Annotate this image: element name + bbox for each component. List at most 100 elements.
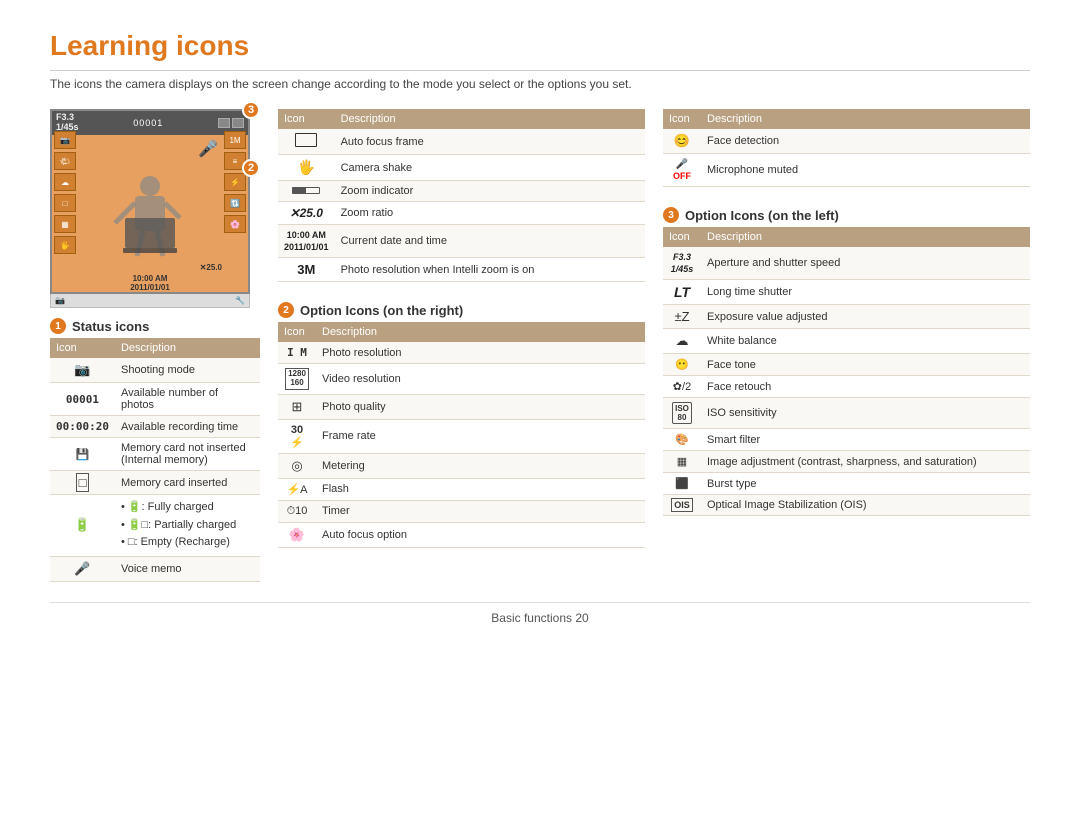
- middle-col: Icon Description Auto focus frame 🖐 Came…: [278, 109, 645, 590]
- cam-right-5: 🌸: [224, 215, 246, 233]
- shoot-icon: 📷: [74, 362, 90, 377]
- desc-quality: Photo quality: [316, 394, 645, 419]
- voice-icon: 🎤: [74, 561, 90, 576]
- cam-right-1: 1M: [224, 131, 246, 149]
- desc-videores: Video resolution: [316, 364, 645, 395]
- icon-cell-x25: ✕25.0: [278, 202, 335, 225]
- cam-left-1: 📷: [54, 131, 76, 149]
- mem-card-icon: □: [76, 473, 90, 492]
- adj-icon: ▦: [677, 456, 687, 468]
- preview-wrapper: 1 2 F3.31/45s 00001 📷: [50, 109, 250, 308]
- desc-flash: Flash: [316, 478, 645, 500]
- camera-preview: 1 2 F3.31/45s 00001 📷: [50, 109, 260, 590]
- af-rect-icon: [295, 133, 317, 147]
- badge-2: 2: [242, 159, 260, 177]
- page-subtitle: The icons the camera displays on the scr…: [50, 77, 1030, 91]
- desc-mem-card: Memory card inserted: [115, 471, 260, 495]
- desc-lt: Long time shutter: [701, 280, 1030, 305]
- option-left-badge: 3: [663, 207, 679, 223]
- option-right-badge: 2: [278, 302, 294, 318]
- icon-cell-adj: ▦: [663, 451, 701, 473]
- table-row: ☁ White balance: [663, 329, 1030, 354]
- cam-bottom-left: 📷: [55, 296, 65, 305]
- cam-time-val: 10:00 AM2011/01/01: [78, 274, 222, 292]
- desc-aperture: Aperture and shutter speed: [701, 247, 1030, 280]
- desc-timer: Timer: [316, 500, 645, 522]
- desc-datetime: Current date and time: [335, 225, 645, 258]
- table-row: 📷 Shooting mode: [50, 358, 260, 383]
- desc-photores: Photo resolution: [316, 342, 645, 364]
- ev-icon: ±Z: [674, 309, 689, 324]
- table-row: 😊 Face detection: [663, 129, 1030, 154]
- icon-cell-voice: 🎤: [50, 556, 115, 581]
- icon-cell-rectime: 00:00:20: [50, 416, 115, 438]
- icon-cell-mem-card: □: [50, 471, 115, 495]
- icon-cell-3m: 3M: [278, 258, 335, 282]
- battery-empty: •□: Empty (Recharge): [121, 534, 254, 552]
- ol-th-desc: Description: [701, 227, 1030, 247]
- option-left-title: 3 Option Icons (on the left): [663, 207, 1030, 223]
- icon-cell-battery: 🔋: [50, 495, 115, 557]
- desc-fps: Frame rate: [316, 419, 645, 453]
- desc-iso: ISO sensitivity: [701, 398, 1030, 429]
- footer-text: Basic functions 20: [491, 611, 588, 625]
- cam-num: 00001: [133, 118, 163, 128]
- desc-rectime: Available recording time: [115, 416, 260, 438]
- burst-icon: ⬛: [675, 478, 689, 490]
- cam-top-icon2: [232, 118, 244, 128]
- table-row: ⊞ Photo quality: [278, 394, 645, 419]
- icon-cell-shake: 🖐: [278, 155, 335, 181]
- rec-time-icon: 00:00:20: [56, 420, 109, 433]
- desc-af-frame: Auto focus frame: [335, 129, 645, 155]
- icon-cell-af-opt: 🌸: [278, 522, 316, 547]
- table-row: ⏱10 Timer: [278, 500, 645, 522]
- cam-right-icons: 1M ≡ ⚡ 🔃 🌸: [222, 129, 248, 235]
- table-row: 30⚡ Frame rate: [278, 419, 645, 453]
- option-right-label: Option Icons (on the right): [300, 303, 463, 318]
- cam-right-3: ⚡: [224, 173, 246, 191]
- table-row: 1280160 Video resolution: [278, 364, 645, 395]
- icon-cell-zoom-bar: [278, 181, 335, 202]
- icon-cell-ev: ±Z: [663, 305, 701, 329]
- table-row: LT Long time shutter: [663, 280, 1030, 305]
- status-icons-label: Status icons: [72, 319, 149, 334]
- icon-cell-timer: ⏱10: [278, 500, 316, 522]
- table-row: 🖐 Camera shake: [278, 155, 645, 181]
- timer-icon: ⏱10: [287, 505, 308, 517]
- icon-cell-mem-int: 💾: [50, 438, 115, 471]
- table-row: 3M Photo resolution when Intelli zoom is…: [278, 258, 645, 282]
- mem-int-icon: 💾: [76, 449, 90, 461]
- main-content: 1 2 F3.31/45s 00001 📷: [50, 109, 1030, 590]
- cam-mic-icon: 🎤: [198, 139, 218, 159]
- icon-cell-quality: ⊞: [278, 394, 316, 419]
- table-row: 🔋 •🔋: Fully charged •🔋□: Partially charg…: [50, 495, 260, 557]
- table-row: ISO80 ISO sensitivity: [663, 398, 1030, 429]
- icon-cell-aperture: F3.31/45s: [663, 247, 701, 280]
- face-tone-icon: 😶: [675, 359, 689, 371]
- desc-shake: Camera shake: [335, 155, 645, 181]
- zoom-bar-icon: [292, 187, 320, 194]
- icon-cell-meter: ◎: [278, 453, 316, 478]
- cam-left-5: ▦: [54, 215, 76, 233]
- fd-th-icon: Icon: [663, 109, 701, 129]
- footer: Basic functions 20: [50, 602, 1030, 625]
- af-option-icon: 🌸: [289, 527, 305, 542]
- face-det-section: Icon Description 😊 Face detection: [663, 109, 1030, 187]
- desc-zoom-ind: Zoom indicator: [335, 181, 645, 202]
- desc-face-det: Face detection: [701, 129, 1030, 154]
- cam-bottom-right: 🔧: [235, 296, 245, 305]
- metering-icon: ◎: [291, 458, 302, 473]
- top-th-desc: Description: [335, 109, 645, 129]
- cam-top-icons: [218, 118, 244, 128]
- 3m-icon: 3M: [297, 262, 315, 277]
- battery-full: •🔋: Fully charged: [121, 499, 254, 517]
- cam-left-6: 🖐: [54, 236, 76, 254]
- desc-smart: Smart filter: [701, 429, 1030, 451]
- cam-left-3: ☁: [54, 173, 76, 191]
- icon-cell-face-det: 😊: [663, 129, 701, 154]
- cam-silhouette: [105, 168, 195, 263]
- flash-icon: ⚡A: [286, 484, 307, 496]
- icon-cell-flash: ⚡A: [278, 478, 316, 500]
- desc-face-tone: Face tone: [701, 354, 1030, 376]
- icon-cell-burst: ⬛: [663, 473, 701, 495]
